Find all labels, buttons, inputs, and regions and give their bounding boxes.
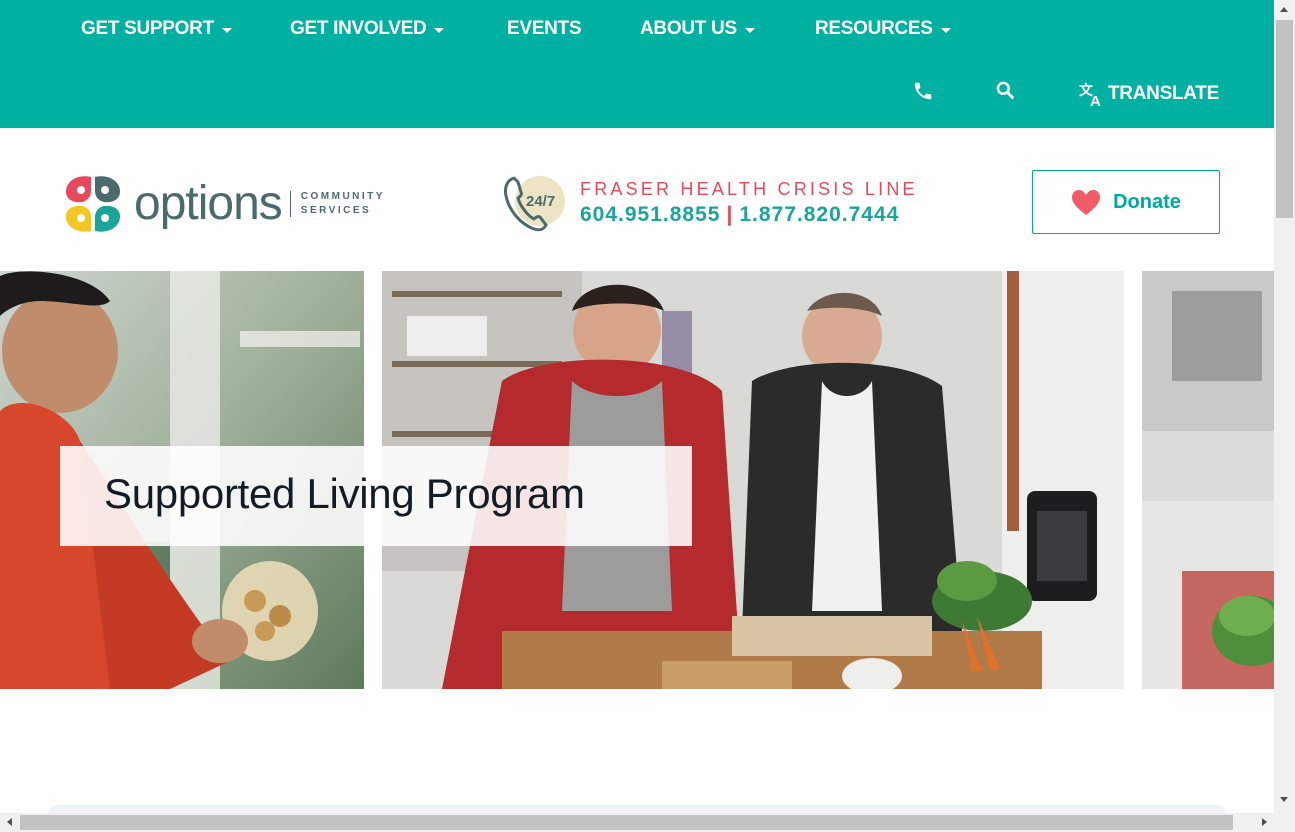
logo-wordmark: options [134,177,283,230]
crisis-line: 24/7 FRASER HEALTH CRISIS LINE 604.951.8… [502,170,918,236]
logo-subtitle: COMMUNITY SERVICES [301,190,385,218]
heart-icon [1072,189,1101,215]
caret-down-icon [434,27,445,33]
caret-down-icon [744,27,755,33]
caret-down-icon [221,27,232,33]
vertical-scroll-thumb[interactable] [1276,20,1293,218]
nav-get-involved-label: GET INVOLVED [290,18,427,39]
vertical-scrollbar[interactable] [1274,0,1295,813]
hero-caption-box: Supported Living Program [60,446,692,546]
phone-separator: | [726,203,734,226]
site-header: options COMMUNITY SERVICES 24/7 FRASER H… [0,128,1274,271]
scroll-down-arrow-icon[interactable] [1280,797,1288,802]
crisis-text: FRASER HEALTH CRISIS LINE 604.951.8855 | 1… [580,179,918,227]
translate-label: TRANSLATE [1108,83,1219,104]
crisis-phone-tollfree[interactable]: 1.877.820.7444 [739,203,899,226]
horizontal-scroll-thumb[interactable] [20,815,1233,830]
nav-about-us[interactable]: ABOUT US [640,18,755,40]
scroll-left-arrow-icon[interactable] [7,818,12,826]
hero-photo-kitchen [1142,271,1274,689]
search-button[interactable] [995,80,1015,100]
nav-events-label: EVENTS [507,18,582,39]
logo-divider [289,191,291,217]
caret-down-icon [940,27,951,33]
nav-about-us-label: ABOUT US [640,18,737,39]
crisis-phone-local[interactable]: 604.951.8855 [580,203,720,226]
nav-events[interactable]: EVENTS [507,18,582,40]
crisis-title: FRASER HEALTH CRISIS LINE [580,179,918,199]
search-icon [996,81,1014,99]
badge-24-7: 24/7 [526,193,555,210]
donate-button[interactable]: Donate [1032,170,1220,234]
nav-resources[interactable]: RESOURCES [815,18,951,40]
donate-label: Donate [1113,190,1181,213]
nav-get-involved[interactable]: GET INVOLVED [290,18,445,40]
svg-text:A: A [1090,93,1101,108]
nav-resources-label: RESOURCES [815,18,933,39]
logo-sub-line1: COMMUNITY [300,191,385,202]
phone-icon [914,82,932,100]
page-title: Supported Living Program [104,470,585,517]
scroll-right-arrow-icon[interactable] [1262,818,1267,826]
site-logo[interactable]: options COMMUNITY SERVICES [62,173,385,235]
phone-button[interactable] [912,80,934,102]
scroll-up-arrow-icon[interactable] [1280,7,1288,12]
hero-banner: Supported Living Program [0,271,1274,689]
translate-button[interactable]: 文 A TRANSLATE [1078,80,1219,108]
crisis-phones: 604.951.8855 | 1.877.820.7444 [580,203,918,227]
translate-icon: 文 A [1079,82,1101,108]
logo-mark-icon [65,176,121,232]
horizontal-scrollbar[interactable] [0,813,1295,832]
nav-get-support[interactable]: GET SUPPORT [81,18,232,40]
content-card-top [50,805,1225,813]
phone-24-7-icon: 24/7 [504,176,565,232]
logo-sub-line2: SERVICES [300,205,372,216]
top-navigation-bar: GET SUPPORT GET INVOLVED EVENTS ABOUT US… [0,0,1274,128]
nav-get-support-label: GET SUPPORT [81,18,214,39]
